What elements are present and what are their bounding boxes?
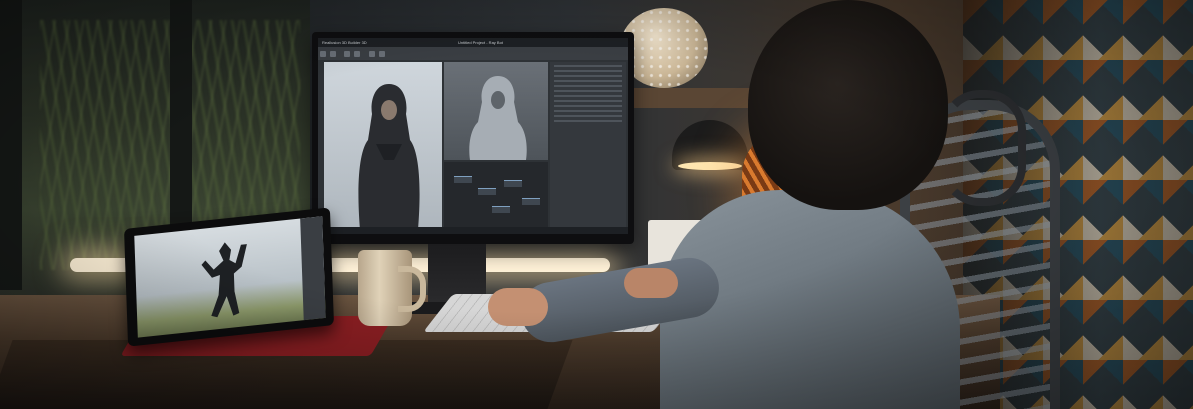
panel-row xyxy=(554,100,622,102)
app-toolbar xyxy=(318,47,628,60)
window-frame xyxy=(0,0,22,290)
panel-row xyxy=(554,105,622,107)
reference-viewport xyxy=(324,62,442,230)
person-hand xyxy=(624,268,678,298)
photo-scene: Reallusion 3D Builder 3D Untitled Projec… xyxy=(0,0,1193,409)
3d-viewport xyxy=(444,62,548,160)
node xyxy=(504,180,522,187)
app-title: Reallusion 3D Builder 3D xyxy=(322,40,367,45)
node-editor-panel xyxy=(444,162,548,228)
panel-row xyxy=(554,85,622,87)
node xyxy=(454,176,472,183)
tool-icon xyxy=(320,51,326,57)
timeline-bar xyxy=(318,227,628,234)
panel-row xyxy=(554,120,622,122)
hooded-figure-3d-model xyxy=(469,76,527,160)
node xyxy=(522,198,540,205)
panel-row xyxy=(554,75,622,77)
tool-icon xyxy=(368,51,375,57)
panel-row xyxy=(554,95,622,97)
tablet-side-panel xyxy=(300,216,326,321)
monitor-screen: Reallusion 3D Builder 3D Untitled Projec… xyxy=(318,38,628,234)
node xyxy=(492,206,510,213)
tablet xyxy=(124,207,334,347)
panel-row xyxy=(554,65,622,67)
monitor: Reallusion 3D Builder 3D Untitled Projec… xyxy=(312,32,634,244)
properties-panel xyxy=(550,62,626,228)
node xyxy=(478,188,496,195)
tablet-screen xyxy=(134,216,326,338)
panel-row xyxy=(554,90,622,92)
tablet-figure xyxy=(201,242,247,318)
tool-icon xyxy=(354,51,361,57)
panel-row xyxy=(554,110,622,112)
person-head xyxy=(748,0,948,210)
desk-lamp xyxy=(672,120,748,170)
app-titlebar: Reallusion 3D Builder 3D Untitled Projec… xyxy=(318,38,628,47)
tool-icon xyxy=(378,51,385,57)
person-hand xyxy=(488,288,548,326)
tool-icon xyxy=(344,51,351,57)
project-title: Untitled Project - Ray Bot xyxy=(458,40,503,45)
tool-icon xyxy=(330,51,336,57)
panel-row xyxy=(554,115,622,117)
panel-row xyxy=(554,70,622,72)
mug-handle xyxy=(398,266,426,312)
panel-row xyxy=(554,80,622,82)
hooded-figure-photo xyxy=(358,84,420,230)
wall-shelf xyxy=(620,88,755,108)
headphones xyxy=(940,90,1026,206)
